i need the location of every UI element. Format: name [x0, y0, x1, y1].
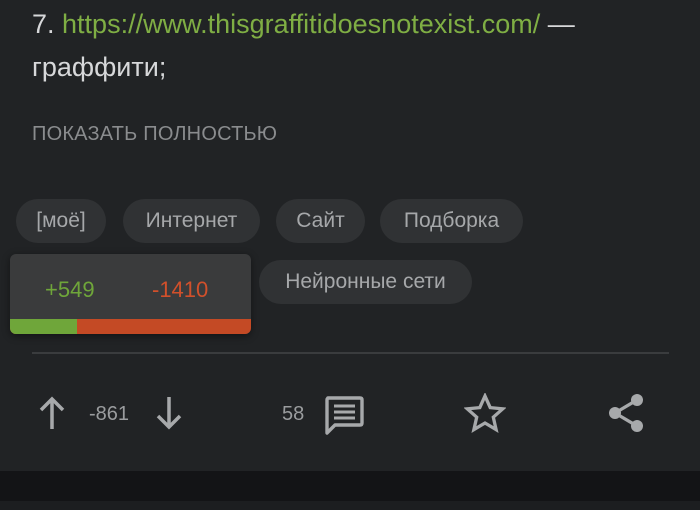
- post-dash: —: [540, 9, 575, 39]
- rating-positive-fill: [10, 319, 78, 334]
- list-item-number: 7.: [32, 9, 63, 39]
- rating-ratio-bar: [10, 319, 251, 334]
- share-button[interactable]: [606, 392, 646, 434]
- upvote-button[interactable]: [38, 396, 66, 430]
- star-icon: [464, 393, 506, 433]
- downvotes-count: -1410: [152, 277, 209, 302]
- upvotes-count: +549: [45, 277, 95, 302]
- share-icon: [609, 394, 643, 432]
- tag-internet[interactable]: Интернет: [123, 199, 260, 243]
- comments-count: 58: [282, 403, 305, 425]
- post-card-page: 7. https://www.thisgraffitidoesnotexist.…: [0, 0, 700, 510]
- post-description: граффити;: [32, 52, 167, 82]
- show-more-button[interactable]: ПОКАЗАТЬ ПОЛНОСТЬЮ: [32, 123, 277, 146]
- rating-breakdown-popup: +549 -1410: [10, 254, 251, 334]
- post-rating-value: -861: [89, 403, 130, 425]
- tag-moyo[interactable]: [моё]: [16, 199, 106, 243]
- comment-icon: [325, 396, 364, 435]
- tag-site[interactable]: Сайт: [276, 199, 365, 243]
- post-text: 7. https://www.thisgraffitidoesnotexist.…: [32, 3, 672, 89]
- post-link[interactable]: https://www.thisgraffitidoesnotexist.com…: [62, 9, 540, 39]
- bottom-bar: [0, 501, 700, 510]
- tag-collection[interactable]: Подборка: [380, 199, 523, 243]
- arrow-up-icon: [39, 396, 65, 429]
- downvote-button[interactable]: [155, 396, 183, 430]
- footer-strip: [0, 471, 700, 501]
- actions-divider: [32, 352, 669, 354]
- tag-neural-networks[interactable]: Нейронные сети: [259, 260, 472, 304]
- post-card: 7. https://www.thisgraffitidoesnotexist.…: [0, 0, 700, 471]
- favorite-button[interactable]: [464, 393, 506, 433]
- arrow-down-icon: [156, 397, 182, 430]
- comments-button[interactable]: [323, 394, 365, 436]
